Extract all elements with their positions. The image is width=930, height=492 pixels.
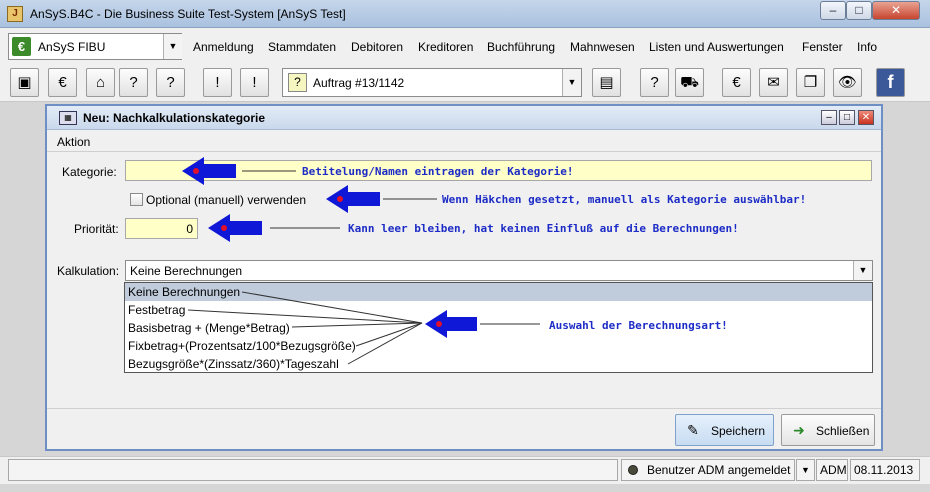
exit-arrow-icon: ➜ xyxy=(793,422,805,438)
user-short-label: ADM xyxy=(816,459,848,481)
annotation-optional: Wenn Häkchen gesetzt, manuell als Katego… xyxy=(442,193,807,206)
date-label: 08.11.2013 xyxy=(850,459,920,481)
arrow-icon xyxy=(182,157,236,185)
arrow-icon xyxy=(326,185,380,213)
close-dialog-button[interactable]: ➜ Schließen xyxy=(781,414,875,446)
user-status: Benutzer ADM angemeldet xyxy=(621,459,795,481)
arrow-icon xyxy=(425,310,477,338)
user-dropdown-button[interactable]: ▼ xyxy=(796,459,815,481)
annotation-kalkulation: Auswahl der Berechnungsart! xyxy=(549,319,728,332)
save-button[interactable]: ✎ Speichern xyxy=(675,414,774,446)
annotation-prioritaet: Kann leer bleiben, hat keinen Einfluß au… xyxy=(348,222,739,235)
arrow-icon xyxy=(208,214,262,242)
annotation-kategorie: Betitelung/Namen eintragen der Kategorie… xyxy=(302,165,574,178)
save-icon: ✎ xyxy=(687,422,699,438)
status-message-field xyxy=(8,459,618,481)
button-area-divider xyxy=(47,408,881,409)
status-dot-icon xyxy=(628,465,638,475)
